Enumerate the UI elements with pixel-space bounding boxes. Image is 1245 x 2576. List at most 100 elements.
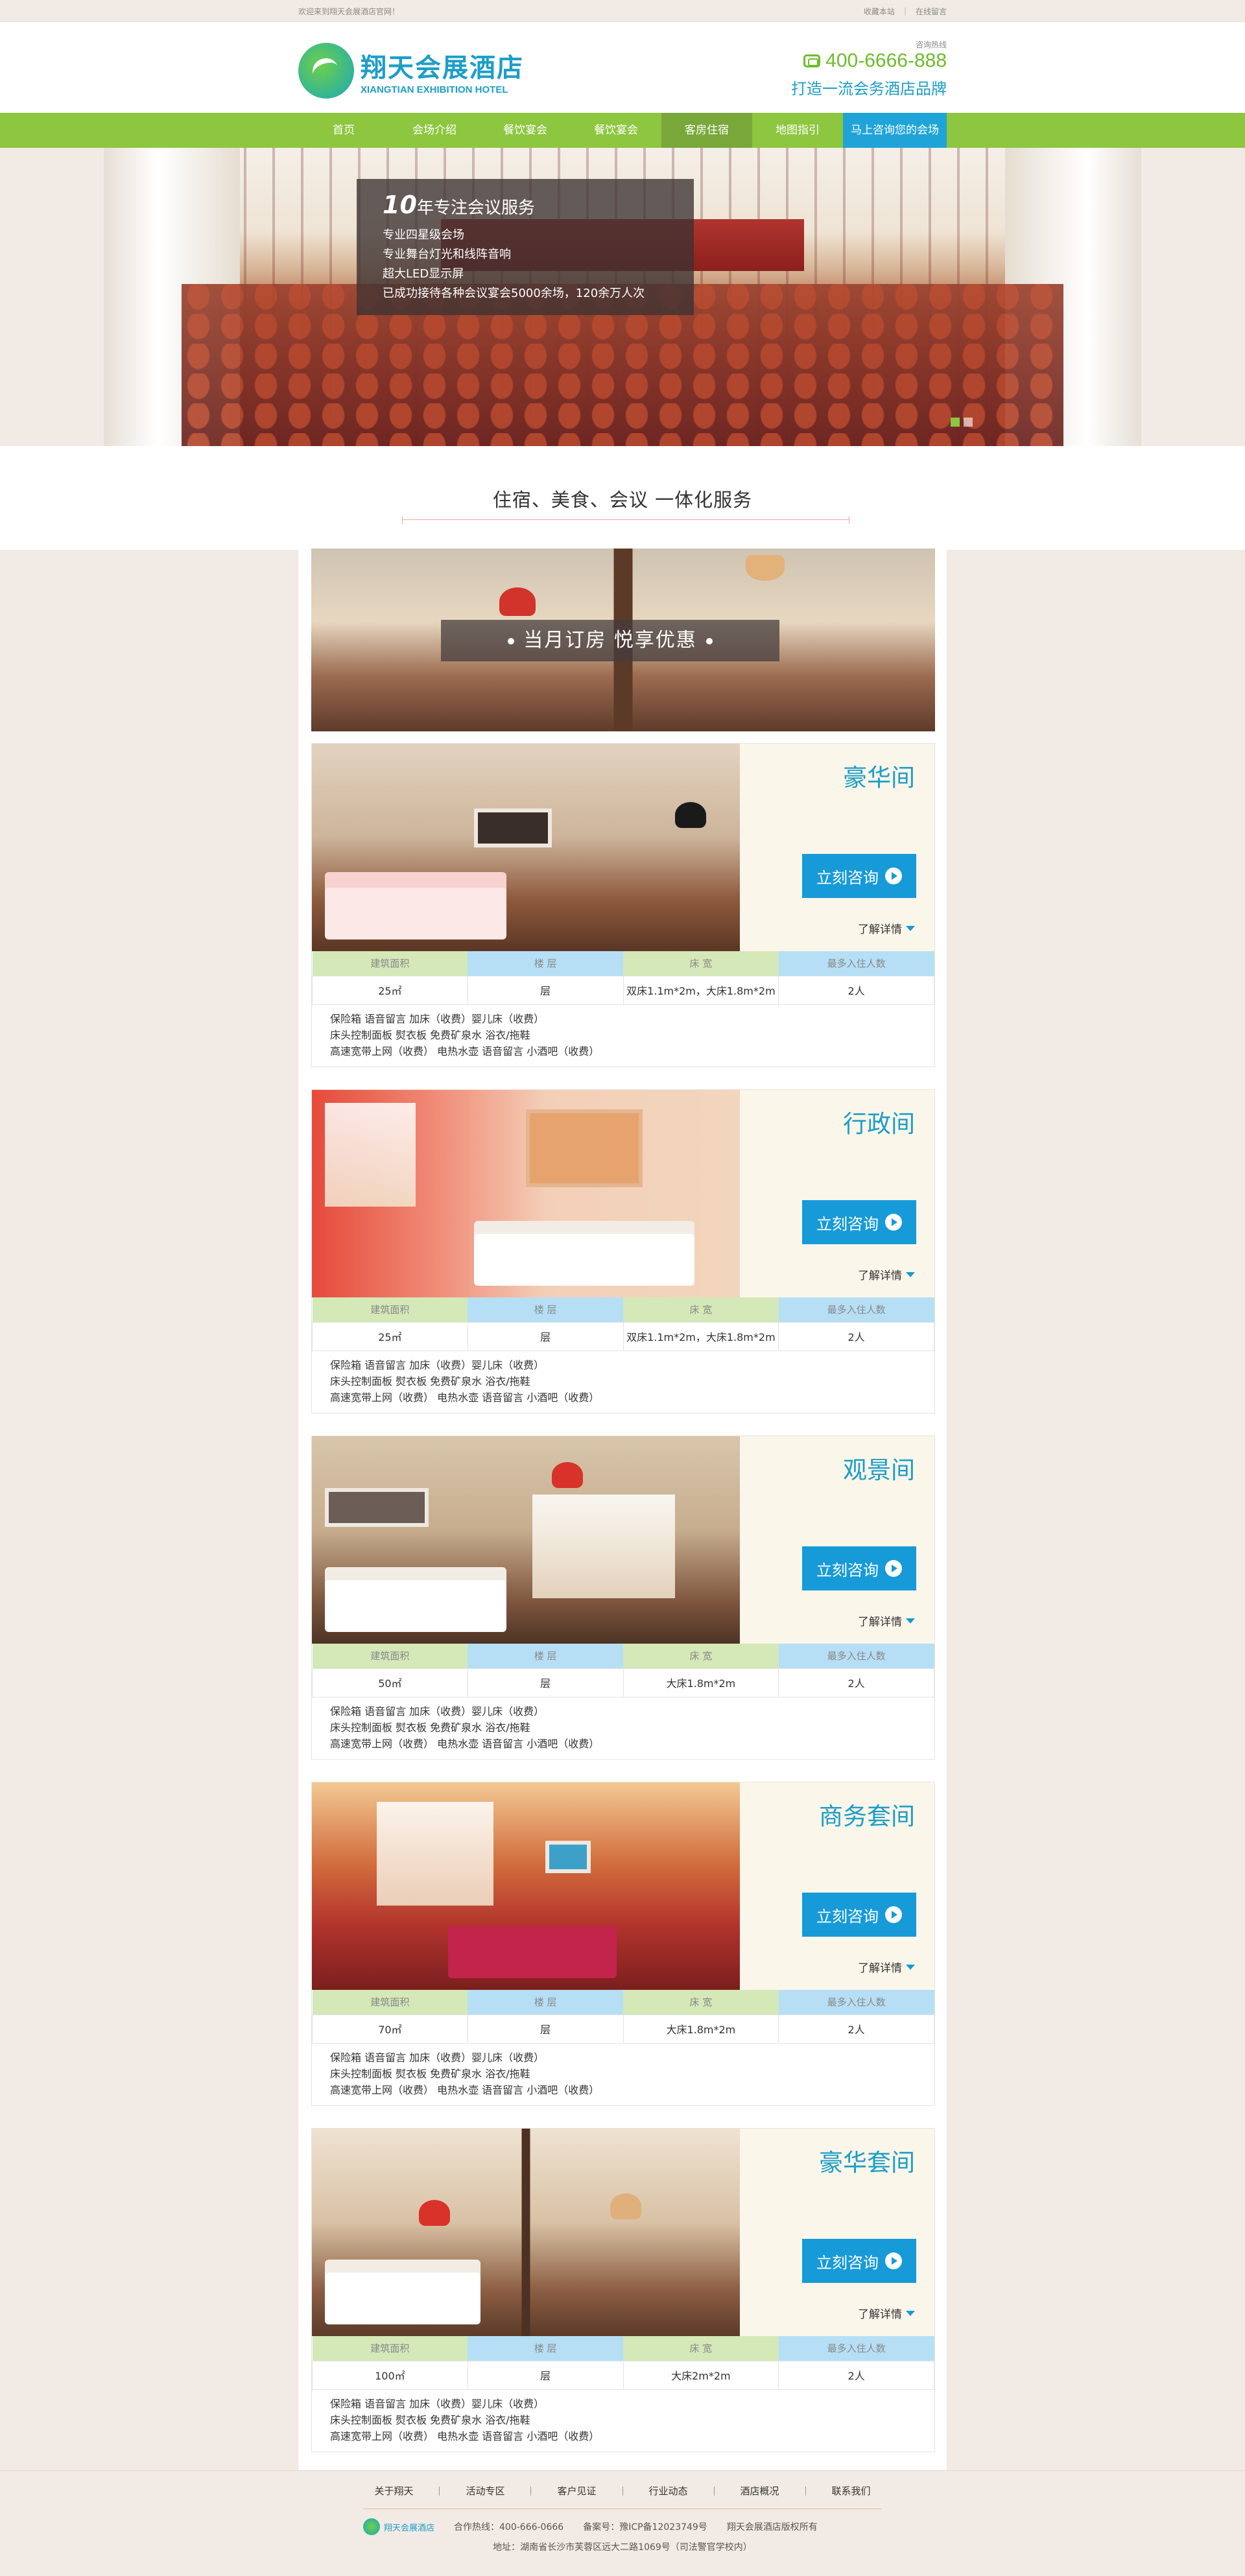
details-link[interactable]: 了解详情	[858, 1266, 915, 1282]
online-message-link[interactable]: 在线留言	[916, 6, 947, 17]
main-nav: 首页 会场介绍 餐饮宴会 餐饮宴会 客房住宿 地图指引 马上咨询您的会场	[0, 113, 1245, 148]
footer-address: 地址：湖南省长沙市芙蓉区远大二路1069号（司法警官学校内）	[493, 2542, 752, 2553]
room-photo	[312, 744, 740, 951]
room-card: 商务套间 立刻咨询 了解详情 建筑面积楼 层床 宽最多入住人数 70㎡层大床1.…	[311, 1782, 935, 2106]
banner-point: 超大LED显示屏	[383, 267, 464, 281]
nav-venue[interactable]: 会场介绍	[389, 113, 480, 148]
amenities: 保险箱 语音留言 加床（收费）婴儿床（收费） 床头控制面板 熨衣板 免费矿泉水 浴…	[330, 1705, 600, 1750]
lamp-icon	[499, 587, 536, 616]
amenities: 保险箱 语音留言 加床（收费）婴儿床（收费） 床头控制面板 熨衣板 免费矿泉水 浴…	[330, 2051, 600, 2096]
room-spec-table: 建筑面积楼 层床 宽最多入住人数 100㎡层大床2m*2m 2人	[312, 2336, 934, 2390]
phone-icon	[803, 54, 821, 67]
banner-point: 专业四星级会场	[383, 228, 464, 242]
lamp-icon	[675, 802, 706, 828]
details-link[interactable]: 了解详情	[858, 920, 915, 936]
banner-info-box: 10年专注会议服务 专业四星级会场 专业舞台灯光和线阵音响 超大LED显示屏 已…	[357, 179, 694, 315]
banner-pager	[951, 418, 973, 427]
caret-down-icon	[906, 1618, 915, 1624]
room-photo	[312, 1090, 740, 1297]
footer-icp: 备案号：豫ICP备12023749号	[583, 2522, 707, 2533]
nav-map[interactable]: 地图指引	[752, 113, 843, 148]
logo-chinese: 翔天会展酒店	[361, 52, 524, 83]
details-link[interactable]: 了解详情	[858, 2305, 915, 2321]
promo-banner[interactable]: 当月订房 悦享优惠	[311, 549, 935, 731]
divider: |	[903, 6, 907, 16]
nav-dining[interactable]: 餐饮宴会	[480, 113, 571, 148]
window	[325, 1103, 416, 1207]
header: 翔天会展酒店 XIANGTIAN EXHIBITION HOTEL 咨询热线 4…	[0, 22, 1245, 113]
slogan: 打造一流会务酒店品牌	[791, 80, 947, 98]
consult-button[interactable]: 立刻咨询	[802, 1200, 916, 1244]
footer-hotline: 合作热线：400-666-0666	[454, 2522, 564, 2533]
consult-button[interactable]: 立刻咨询	[802, 1893, 916, 1937]
footer-link-events[interactable]: 活动专区	[440, 2487, 532, 2496]
footer-link-about[interactable]: 关于翔天	[348, 2487, 440, 2496]
hotline-block: 咨询热线 400-6666-888 打造一流会务酒店品牌	[791, 39, 947, 99]
footer-logo: 翔天会展酒店	[363, 2518, 434, 2535]
caret-down-icon	[906, 2310, 915, 2316]
amenities: 保险箱 语音留言 加床（收费）婴儿床（收费） 床头控制面板 熨衣板 免费矿泉水 浴…	[330, 1359, 600, 1404]
window	[532, 1495, 675, 1598]
nav-rooms[interactable]: 客房住宿	[661, 113, 752, 148]
bed	[325, 888, 506, 939]
footer-link-overview[interactable]: 酒店概况	[715, 2487, 806, 2496]
rooms-content: 当月订房 悦享优惠 豪华间 立刻咨询 了解详情 建筑面积楼 层床 宽最多入住人数…	[298, 549, 947, 2470]
caret-down-icon	[906, 925, 915, 931]
footer-link-news[interactable]: 行业动态	[623, 2487, 715, 2496]
footer: 关于翔天 活动专区 客户见证 行业动态 酒店概况 联系我们 翔天会展酒店 合作热…	[0, 2470, 1245, 2576]
section-guide-line	[402, 516, 849, 524]
play-icon	[885, 1214, 902, 1231]
bed	[325, 1580, 506, 1632]
banner-point: 已成功接待各种会议宴会5000余场，120余万人次	[383, 287, 645, 300]
nav-banquet[interactable]: 餐饮宴会	[571, 113, 661, 148]
tv	[545, 1841, 591, 1873]
room-name: 豪华套间	[819, 2149, 915, 2177]
room-card: 豪华间 立刻咨询 了解详情 建筑面积楼 层床 宽最多入住人数 25㎡层双床1.1…	[311, 743, 935, 1067]
caret-down-icon	[906, 1964, 915, 1970]
nav-consult-cta[interactable]: 马上咨询您的会场	[843, 113, 947, 148]
bed	[474, 1234, 694, 1286]
amenities: 保险箱 语音留言 加床（收费）婴儿床（收费） 床头控制面板 熨衣板 免费矿泉水 浴…	[330, 1013, 600, 1058]
consult-button[interactable]: 立刻咨询	[802, 1546, 916, 1590]
section-title: 住宿、美食、会议 一体化服务	[492, 489, 753, 511]
room-spec-table: 建筑面积楼 层床 宽最多入住人数 25㎡层双床1.1m*2m，大床1.8m*2m…	[312, 1297, 934, 1351]
room-photo	[312, 1436, 740, 1644]
room-name: 行政间	[843, 1110, 915, 1138]
room-card: 观景间 立刻咨询 了解详情 建筑面积楼 层床 宽最多入住人数 50㎡层大床1.8…	[311, 1436, 935, 1760]
window	[377, 1802, 493, 1906]
room-spec-table: 建筑面积楼 层床 宽最多入住人数 50㎡层大床1.8m*2m 2人	[312, 1644, 934, 1697]
footer-copyright: 翔天会展酒店版权所有	[726, 2522, 818, 2533]
room-photo	[312, 1782, 740, 1990]
consult-button[interactable]: 立刻咨询	[802, 2239, 916, 2283]
play-icon	[885, 868, 902, 884]
lamp-icon	[419, 2200, 450, 2226]
hero-banner: 10年专注会议服务 专业四星级会场 专业舞台灯光和线阵音响 超大LED显示屏 已…	[104, 148, 1141, 446]
play-icon	[885, 1560, 902, 1577]
wall-art	[474, 809, 552, 847]
room-name: 商务套间	[819, 1802, 915, 1830]
logo[interactable]: 翔天会展酒店 XIANGTIAN EXHIBITION HOTEL	[298, 43, 524, 99]
play-icon	[885, 1906, 902, 1923]
room-name: 观景间	[843, 1456, 915, 1484]
details-link[interactable]: 了解详情	[858, 1959, 915, 1975]
pager-dot[interactable]	[951, 418, 960, 427]
nav-home[interactable]: 首页	[298, 113, 389, 148]
pager-dot[interactable]	[964, 418, 973, 427]
room-spec-table: 建筑面积楼 层床 宽最多入住人数 25㎡层双床1.1m*2m，大床1.8m*2m…	[312, 951, 934, 1005]
hotline-label: 咨询热线	[915, 40, 947, 49]
amenities: 保险箱 语音留言 加床（收费）婴儿床（收费） 床头控制面板 熨衣板 免费矿泉水 浴…	[330, 2398, 600, 2442]
banner-title: 10年专注会议服务	[383, 191, 535, 219]
wall-art	[325, 1488, 429, 1527]
details-link[interactable]: 了解详情	[858, 1613, 915, 1629]
logo-bird-icon	[363, 2518, 380, 2535]
lamp-icon	[610, 2193, 641, 2219]
footer-link-contact[interactable]: 联系我们	[806, 2487, 897, 2496]
footer-links: 关于翔天 活动专区 客户见证 行业动态 酒店概况 联系我们	[298, 2487, 947, 2496]
consult-button[interactable]: 立刻咨询	[802, 854, 916, 898]
room-photo	[312, 2129, 740, 2336]
bed	[325, 2273, 480, 2324]
favorite-link[interactable]: 收藏本站	[864, 6, 895, 17]
caret-down-icon	[906, 1271, 915, 1277]
lamp-icon	[746, 555, 785, 581]
footer-link-testimonials[interactable]: 客户见证	[531, 2487, 623, 2496]
